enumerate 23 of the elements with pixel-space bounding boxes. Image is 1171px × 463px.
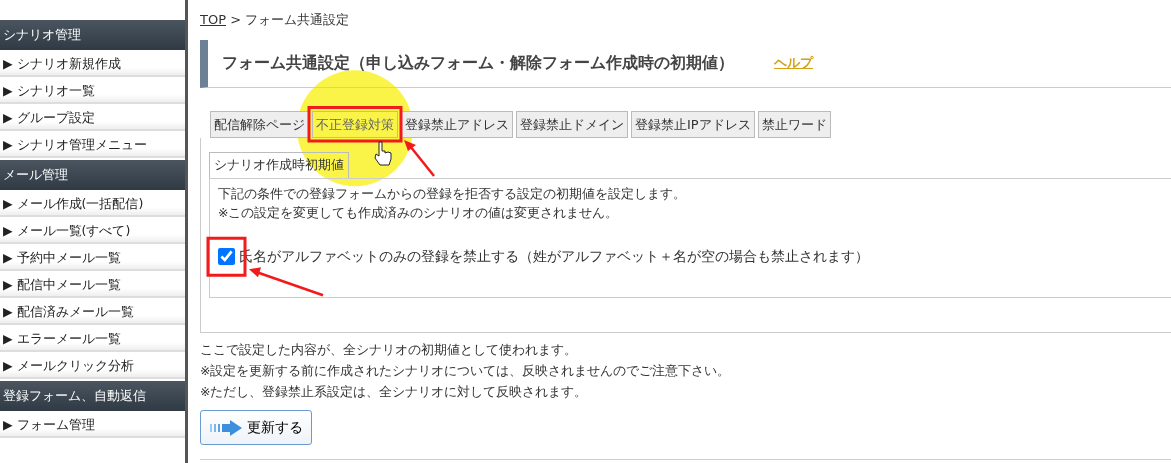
tab[interactable]: 禁止ワード <box>757 110 831 138</box>
tab[interactable]: 不正登録対策 <box>312 110 398 138</box>
hand-cursor-icon <box>374 141 392 166</box>
note-text: ※ただし、登録禁止系設定は、全シナリオに対して反映されます。 <box>200 383 589 401</box>
breadcrumb-separator: > <box>230 12 242 27</box>
checkbox[interactable] <box>218 248 235 266</box>
sidebar-section-header: 登録フォーム、自動返信 <box>0 381 185 411</box>
sidebar-section-header: メール管理 <box>0 160 185 190</box>
note-text: ここで設定した内容が、全シナリオの初期値として使われます。 <box>200 341 578 359</box>
tab[interactable]: 登録禁止IPアドレス <box>631 110 755 138</box>
tab[interactable]: 登録禁止ドメイン <box>516 110 628 138</box>
tab[interactable]: 登録禁止アドレス <box>401 110 513 138</box>
tab[interactable]: 配信解除ページ <box>210 110 309 138</box>
update-button[interactable]: 更新する <box>200 410 312 445</box>
annotation-arrow <box>404 140 435 177</box>
note-text: ※設定を更新する前に作成されたシナリオについては、反映されませんのでご注意下さい。 <box>200 362 732 380</box>
arrow-icon <box>209 419 243 436</box>
page-title: フォーム共通設定（申し込みフォーム・解除フォーム作成時の初期値） <box>222 52 734 74</box>
breadcrumb-link[interactable]: TOP <box>200 12 226 27</box>
description-text: ※この設定を変更しても作成済みのシナリオの値は変更されません。 <box>218 203 620 222</box>
breadcrumb-current: フォーム共通設定 <box>245 12 350 27</box>
description-text: 下記の条件での登録フォームからの登録を拒否する設定の初期値を設定します。 <box>218 184 687 203</box>
sidebar-section-header: シナリオ管理 <box>0 20 185 50</box>
